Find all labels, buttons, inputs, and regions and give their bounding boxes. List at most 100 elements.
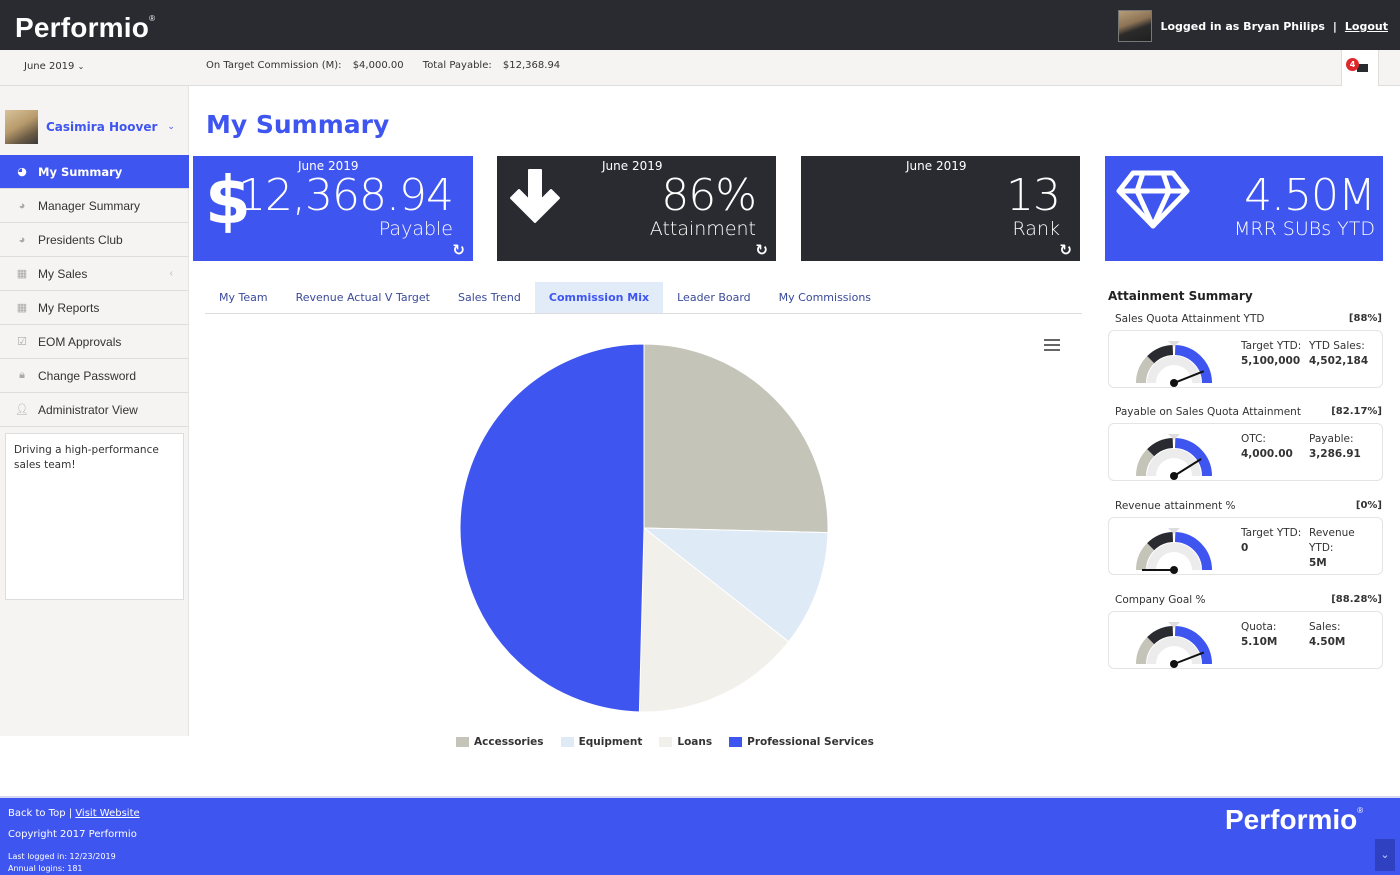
back-to-top-link[interactable]: Back to Top [8,808,66,819]
attainment-percent: [0%] [1355,500,1382,511]
kpi-mrr-subs: 4.50M MRR SUBs YTD [1105,156,1383,261]
attainment-item: Payable on Sales Quota Attainment [82.17%… [1108,406,1383,481]
attainment-percent: [82.17%] [1331,406,1382,417]
attainment-card: Target YTD: 5,100,000 YTD Sales: 4,502,184 [1108,330,1383,388]
metric-label: OTC: [1241,433,1266,445]
legend-item-loans[interactable]: Loans [659,736,712,748]
attainment-item: Company Goal % [88.28%] Quota: 5.10M Sales… [1108,594,1383,669]
dashboard-icon: ◕ [17,165,27,178]
logout-link[interactable]: Logout [1345,20,1388,33]
sidebar-item-label: My Reports [38,300,100,315]
metric-label: YTD Sales: [1309,340,1365,352]
legend-label: Professional Services [747,736,874,748]
kpi-attainment: June 2019 86% Attainment ↻ [497,156,776,261]
refresh-icon[interactable]: ↻ [1059,241,1072,259]
copyright: Copyright 2017 Performio [8,829,137,840]
sidebar-item-change-password[interactable]: 🔒︎ Change Password [0,359,189,393]
kpi-label: Attainment [649,218,756,240]
legend-swatch [729,737,743,747]
tab-my-team[interactable]: My Team [205,282,282,313]
notification-badge: 4 [1346,58,1359,71]
commission-summary: On Target Commission (M): $4,000.00 Tota… [206,60,576,71]
logo-text: Performio [15,12,150,43]
user-profile-dropdown[interactable]: Casimira Hoover ⌄ [5,110,175,144]
sidebar-item-label: EOM Approvals [38,334,122,349]
pie-slice-accessories[interactable] [643,343,829,534]
checkbox-icon: ☑ [17,336,27,348]
sidebar-item-eom-approvals[interactable]: ☑ EOM Approvals [0,325,189,359]
logged-in-text: Logged in as Bryan Philips [1160,19,1325,33]
tab-sales-trend[interactable]: Sales Trend [444,282,535,313]
metric-value: 3,286.91 [1309,448,1361,460]
legend-item-equipment[interactable]: Equipment [560,736,642,748]
sidebar-item-my-summary[interactable]: ◕ My Summary [0,155,189,189]
total-payable-value: $12,368.94 [502,60,561,71]
period-dropdown[interactable]: June 2019 ⌄ [24,61,84,72]
sidebar-item-label: Change Password [38,368,137,383]
tab-leader-board[interactable]: Leader Board [663,282,765,313]
sidebar-item-label: Manager Summary [38,198,141,213]
refresh-icon[interactable]: ↻ [452,241,465,259]
chevron-down-icon: ⌄ [77,62,85,71]
gauge-pivot [1170,566,1178,574]
refresh-icon[interactable]: ↻ [755,241,768,259]
metric-value: 5M [1309,557,1327,569]
attainment-percent: [88.28%] [1331,594,1382,605]
metric-value: 4,502,184 [1309,355,1369,367]
gauge-chart [1136,341,1212,387]
otc-value: $4,000.00 [352,60,404,71]
legend-item-accessories[interactable]: Accessories [456,736,544,748]
tab-revenue-actual-v-target[interactable]: Revenue Actual V Target [282,282,444,313]
attainment-card: OTC: 4,000.00 Payable: 3,286.91 [1108,423,1383,481]
grid-icon: ▦ [16,302,28,314]
kpi-label: MRR SUBs YTD [1233,218,1375,240]
diamond-icon [1115,168,1191,234]
kpi-value: 86% [661,170,757,221]
annual-logins: Annual logins: 181 [8,864,83,873]
total-payable-label: Total Payable: [422,60,492,71]
legend-swatch [560,737,574,747]
attainment-summary-title: Attainment Summary [1108,289,1253,303]
sidebar-item-administrator-view[interactable]: 👤︎ Administrator View [0,393,189,427]
chevron-down-icon: ⌄ [167,122,175,132]
legend-item-professional-services[interactable]: Professional Services [729,736,874,748]
metric-value: 4,000.00 [1241,448,1293,460]
gauge-chart [1136,434,1212,480]
metric-label: Target YTD: [1241,340,1302,352]
separator: | [1332,19,1337,33]
metric-value: 5,100,000 [1241,355,1301,367]
legend-label: Loans [677,736,713,748]
tab-commission-mix[interactable]: Commission Mix [534,282,664,313]
sidebar: Casimira Hoover ⌄ ◕ My Summary ◕ Manager Su… [0,86,189,736]
pie-slice-professional-services[interactable] [459,343,645,713]
notifications-button[interactable]: 4 [1341,50,1379,86]
logo-text: Performio [1225,804,1358,835]
gauge-pivot [1170,660,1178,668]
chevron-left-icon: ‹ [169,268,173,279]
performio-logo[interactable]: Performio® [15,12,155,44]
footer-logo: Performio® [1225,804,1363,836]
sidebar-nav: ◕ My Summary ◕ Manager Summary ◕ Presidents C… [0,155,189,427]
gauge-pivot [1170,472,1178,480]
sidebar-item-my-sales[interactable]: ▦ My Sales ‹ [0,257,189,291]
sidebar-item-my-reports[interactable]: ▦ My Reports [0,291,189,325]
dashboard-icon: ◕ [18,233,26,246]
tab-my-commissions[interactable]: My Commissions [765,282,885,313]
sidebar-item-presidents-club[interactable]: ◕ Presidents Club [0,223,189,257]
sidebar-item-label: Administrator View [38,402,138,417]
gauge-pivot [1170,379,1178,387]
sidebar-item-label: My Sales [38,266,88,281]
otc-label: On Target Commission (M): [206,60,342,71]
metric-label: Revenue YTD: [1309,527,1355,554]
attainment-percent: [88%] [1348,313,1382,324]
kpi-value: 13 [1006,170,1061,221]
metric-label: Quota: [1241,621,1277,633]
chart-menu-button[interactable] [1044,339,1060,354]
sidebar-item-manager-summary[interactable]: ◕ Manager Summary [0,189,189,223]
top-bar: Performio® Logged in as Bryan Philips | … [0,0,1400,50]
motto-box: Driving a high-performance sales team! [5,433,184,600]
chevron-down-icon[interactable]: ⌄ [1375,839,1395,871]
gauge-chart [1136,622,1212,668]
footer: Back to Top | Visit Website Copyright 20… [0,796,1400,875]
visit-website-link[interactable]: Visit Website [75,808,139,819]
